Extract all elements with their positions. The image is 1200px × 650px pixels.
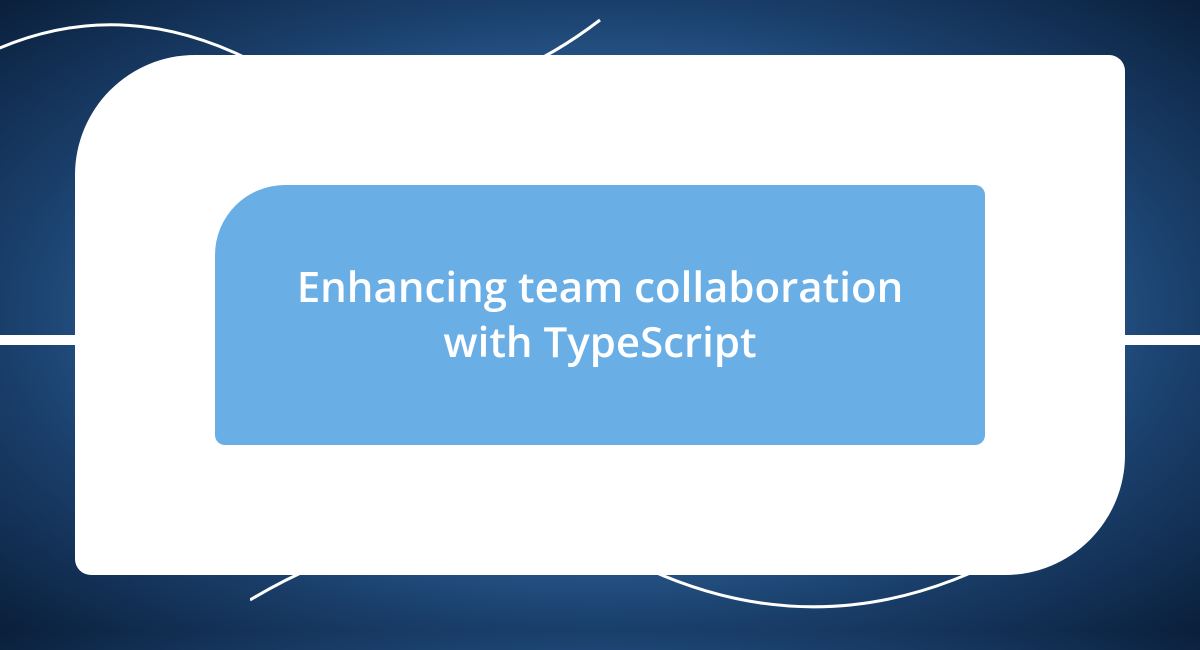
card-title: Enhancing team collaboration with TypeSc…	[275, 260, 925, 369]
inner-card: Enhancing team collaboration with TypeSc…	[215, 185, 985, 445]
